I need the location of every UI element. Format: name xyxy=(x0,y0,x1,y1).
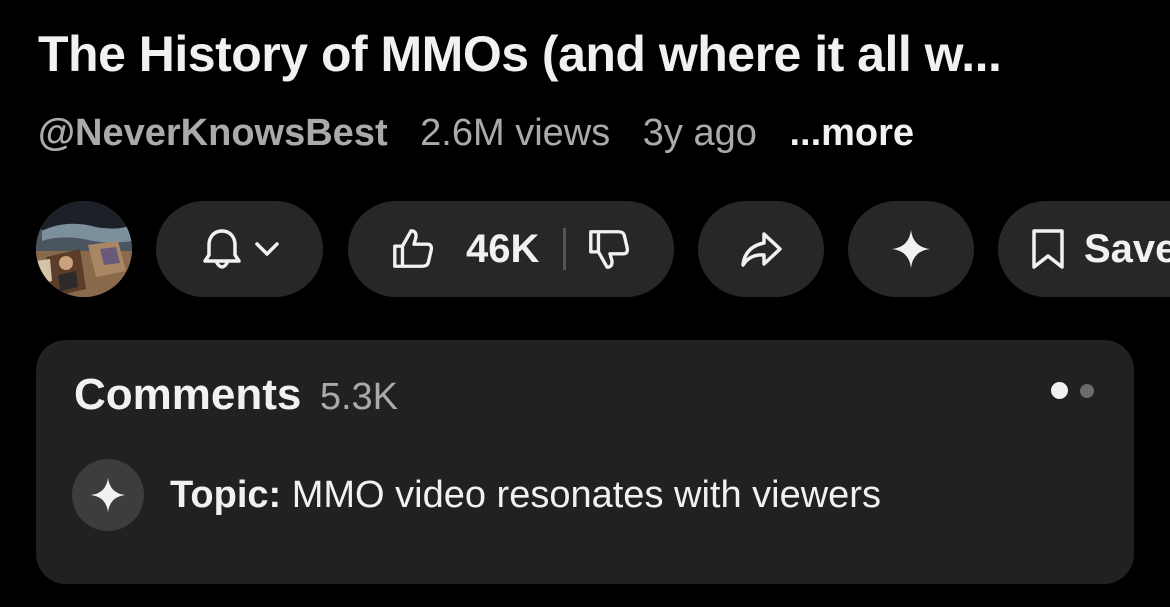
topic-sparkle-icon xyxy=(72,459,144,531)
bookmark-icon xyxy=(1028,227,1068,271)
share-arrow-icon xyxy=(737,225,785,273)
carousel-pager xyxy=(1039,382,1094,399)
topic-label: Topic: xyxy=(170,474,282,516)
save-button[interactable]: Save xyxy=(998,201,1170,297)
share-button[interactable] xyxy=(698,201,824,297)
thumbs-up-icon[interactable] xyxy=(390,226,436,272)
more-link[interactable]: ...more xyxy=(789,112,914,154)
pager-dot-active xyxy=(1051,382,1068,399)
subscribe-notifications-button[interactable] xyxy=(156,201,323,297)
comments-count: 5.3K xyxy=(319,376,398,418)
sparkle-icon xyxy=(889,227,933,271)
channel-avatar[interactable] xyxy=(36,201,132,297)
topic-text: MMO video resonates with viewers xyxy=(291,474,881,516)
comments-card[interactable]: Comments 5.3K Topic: MMO video resonates… xyxy=(36,340,1134,584)
comments-header: Comments 5.3K xyxy=(74,370,398,420)
video-title[interactable]: The History of MMOs (and where it all w.… xyxy=(38,24,1138,84)
pager-dot xyxy=(1080,383,1094,398)
comment-topic: Topic: MMO video resonates with viewers xyxy=(170,470,881,520)
video-meta: @NeverKnowsBest 2.6M views 3y ago ...mor… xyxy=(38,110,914,156)
view-count: 2.6M views xyxy=(420,112,611,154)
bell-icon xyxy=(198,225,246,273)
upload-age: 3y ago xyxy=(642,112,757,154)
action-bar: 46K Save xyxy=(36,201,1170,297)
ask-ai-button[interactable] xyxy=(848,201,974,297)
like-dislike-group: 46K xyxy=(348,201,674,297)
like-divider xyxy=(563,228,567,270)
thumbs-down-icon[interactable] xyxy=(586,226,632,272)
chevron-down-icon xyxy=(252,234,282,264)
save-label: Save xyxy=(1084,226,1170,271)
channel-handle[interactable]: @NeverKnowsBest xyxy=(38,112,388,154)
comments-title: Comments xyxy=(74,370,302,419)
like-count[interactable]: 46K xyxy=(466,227,539,272)
